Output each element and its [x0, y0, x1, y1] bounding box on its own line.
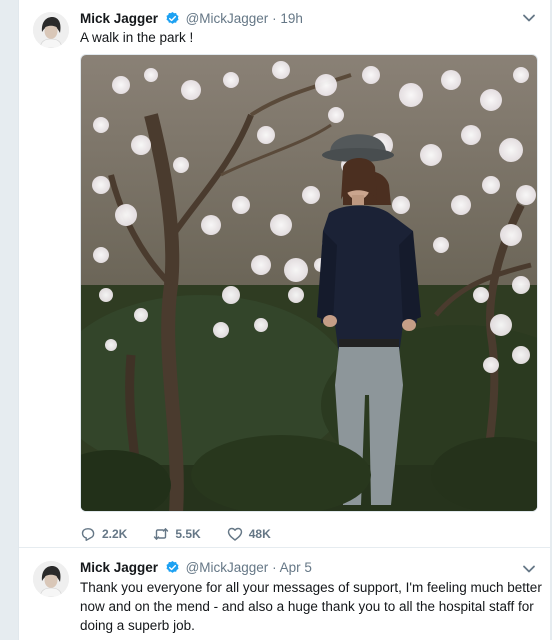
like-count: 48K — [248, 527, 271, 541]
tweet-header: Mick Jagger @MickJagger · Apr 5 — [80, 559, 312, 577]
retweet-icon — [154, 528, 169, 540]
tweet[interactable]: Mick Jagger @MickJagger · Apr 5 Thank yo… — [19, 549, 551, 640]
separator: · — [272, 560, 277, 575]
avatar[interactable] — [33, 561, 69, 597]
display-name[interactable]: Mick Jagger — [80, 11, 158, 26]
tweet[interactable]: Mick Jagger @MickJagger · 19h A walk in … — [19, 0, 551, 548]
user-handle[interactable]: @MickJagger — [186, 11, 269, 26]
user-handle[interactable]: @MickJagger — [186, 560, 269, 575]
timestamp[interactable]: Apr 5 — [280, 560, 312, 575]
tweet-text: Thank you everyone for all your messages… — [80, 580, 542, 633]
tweet-text: A walk in the park ! — [80, 30, 194, 45]
tweet-header: Mick Jagger @MickJagger · 19h — [80, 10, 303, 28]
chevron-down-icon[interactable] — [521, 10, 537, 26]
avatar[interactable] — [33, 12, 69, 48]
display-name[interactable]: Mick Jagger — [80, 560, 158, 575]
verified-badge-icon — [166, 560, 179, 573]
verified-badge-icon — [166, 11, 179, 24]
retweet-button[interactable]: 5.5K — [153, 526, 201, 542]
timestamp[interactable]: 19h — [280, 11, 303, 26]
like-button[interactable]: 48K — [227, 526, 271, 542]
timeline-feed: Mick Jagger @MickJagger · 19h A walk in … — [18, 0, 551, 640]
park-photo — [81, 55, 537, 511]
tweet-photo[interactable] — [80, 54, 538, 512]
reply-button[interactable]: 2.2K — [80, 526, 127, 542]
like-icon — [227, 527, 242, 541]
tweet-actions: 2.2K 5.5K 48K — [80, 524, 297, 544]
separator: · — [272, 11, 277, 26]
chevron-down-icon[interactable] — [521, 561, 537, 577]
reply-icon — [81, 528, 95, 541]
retweet-count: 5.5K — [175, 527, 201, 541]
reply-count: 2.2K — [102, 527, 128, 541]
